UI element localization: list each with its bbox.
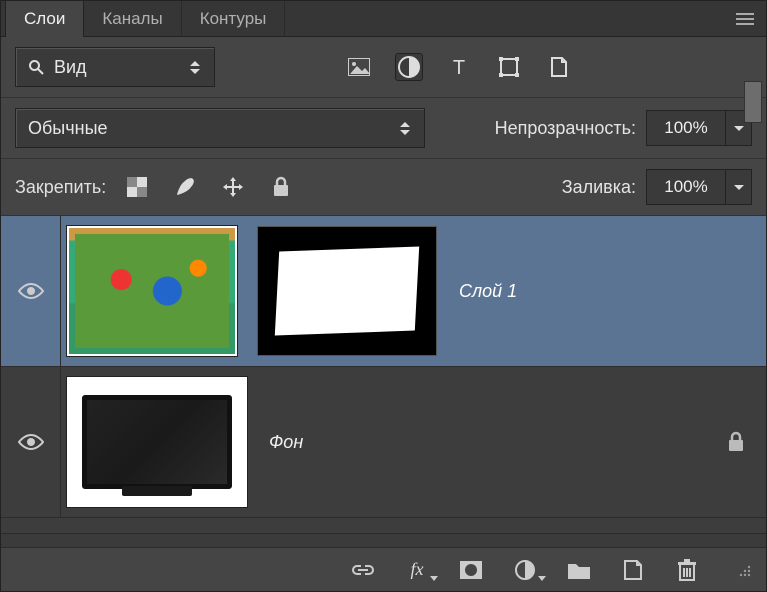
layers-panel: Слои Каналы Контуры Вид T: [0, 0, 767, 592]
filter-adjustment-icon[interactable]: [395, 53, 423, 81]
filter-row: Вид T: [1, 37, 766, 98]
svg-text:T: T: [453, 57, 465, 78]
filter-pixel-icon[interactable]: [345, 53, 373, 81]
color-label-swatch[interactable]: [744, 81, 762, 123]
search-icon: [28, 59, 44, 75]
tab-channels[interactable]: Каналы: [84, 1, 181, 37]
blend-mode-value: Обычные: [28, 118, 108, 139]
lock-indicator-icon: [726, 431, 746, 453]
blend-row: Обычные Непрозрачность: 100%: [1, 98, 766, 159]
panel-tabs: Слои Каналы Контуры: [1, 1, 766, 37]
lock-position-button[interactable]: [220, 174, 246, 200]
layers-list: Слой 1 Фон: [1, 216, 766, 533]
lock-transparency-button[interactable]: [124, 174, 150, 200]
filter-type-icon[interactable]: T: [445, 53, 473, 81]
dropdown-arrows-icon: [188, 61, 202, 74]
new-layer-button[interactable]: [620, 557, 646, 583]
fill-dropdown-button[interactable]: [726, 169, 752, 205]
visibility-eye-icon[interactable]: [18, 433, 44, 451]
new-group-button[interactable]: [566, 557, 592, 583]
blend-mode-dropdown[interactable]: Обычные: [15, 108, 425, 148]
delete-layer-button[interactable]: [674, 557, 700, 583]
fill-label: Заливка:: [562, 177, 636, 198]
tab-layers[interactable]: Слои: [5, 0, 84, 37]
new-adjustment-button[interactable]: [512, 557, 538, 583]
opacity-input[interactable]: 100%: [646, 110, 726, 146]
visibility-eye-icon[interactable]: [18, 282, 44, 300]
layer-name-label[interactable]: Слой 1: [459, 281, 517, 302]
lock-row: Закрепить: Заливка: 100%: [1, 159, 766, 216]
layer-mask-thumbnail[interactable]: [257, 226, 437, 356]
tab-paths[interactable]: Контуры: [182, 1, 286, 37]
panel-menu-button[interactable]: [726, 9, 754, 29]
lock-all-button[interactable]: [268, 174, 294, 200]
layer-kind-dropdown[interactable]: Вид: [15, 47, 215, 87]
layer-kind-label: Вид: [54, 57, 87, 78]
filter-smartobject-icon[interactable]: [545, 53, 573, 81]
lock-label: Закрепить:: [15, 177, 106, 198]
filter-icon-group: T: [345, 53, 573, 81]
layer-name-label[interactable]: Фон: [269, 432, 303, 453]
dropdown-arrows-icon: [398, 122, 412, 135]
layer-style-button[interactable]: fx: [404, 557, 430, 583]
layer-thumbnail[interactable]: [67, 377, 247, 507]
lock-pixels-button[interactable]: [172, 174, 198, 200]
filter-shape-icon[interactable]: [495, 53, 523, 81]
fill-input[interactable]: 100%: [646, 169, 726, 205]
bottom-toolbar: fx: [1, 547, 766, 591]
layer-row[interactable]: Слой 1: [1, 216, 766, 367]
scroll-track[interactable]: [1, 533, 766, 547]
opacity-label: Непрозрачность:: [495, 118, 636, 139]
add-mask-button[interactable]: [458, 557, 484, 583]
layer-thumbnail[interactable]: [67, 226, 237, 356]
resize-grip-icon[interactable]: [736, 562, 752, 578]
layer-row[interactable]: Фон: [1, 367, 766, 518]
link-layers-button[interactable]: [350, 557, 376, 583]
